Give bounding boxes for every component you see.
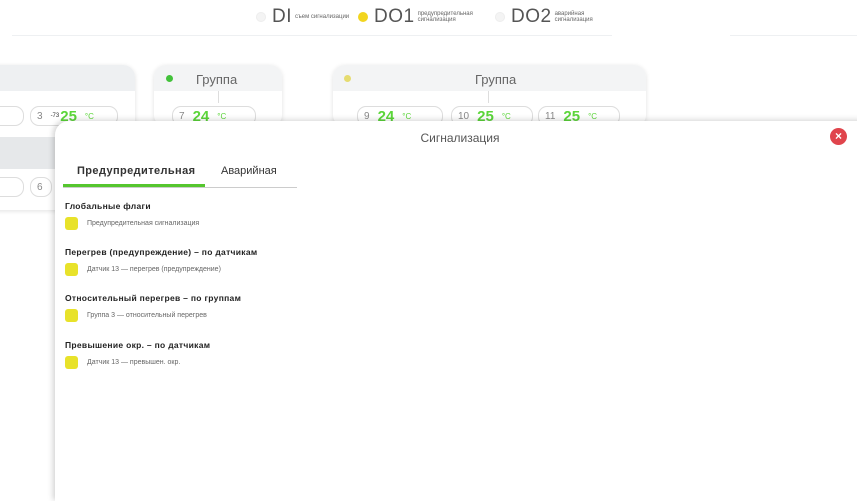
alarm-section: Глобальные флаги Предупредительная сигна… bbox=[65, 201, 199, 230]
status-description: предупредительная сигнализация bbox=[417, 10, 473, 24]
flag-indicator bbox=[65, 217, 78, 230]
sensor-chip[interactable] bbox=[0, 177, 24, 197]
status-indicator-off bbox=[495, 12, 505, 22]
temperature-unit: °C bbox=[402, 111, 412, 121]
status-bar: DI съем сигнализации DO1 предупредительн… bbox=[0, 0, 857, 34]
group-card-header bbox=[0, 65, 135, 91]
section-title: Глобальные флаги bbox=[65, 201, 151, 211]
flag-label: Датчик 13 — превышен. окр. bbox=[87, 359, 181, 366]
flag-label: Предупредительная сигнализация bbox=[87, 220, 200, 227]
group-title: Группа bbox=[475, 72, 517, 87]
group-title: Группа bbox=[196, 72, 238, 87]
status-di: DI съем сигнализации bbox=[256, 6, 355, 27]
section-title: Перегрев (предупреждение) – по датчикам bbox=[65, 247, 258, 257]
divider bbox=[12, 35, 612, 36]
status-code: DO1 bbox=[374, 6, 415, 27]
section-title: Превышение окр. – по датчикам bbox=[65, 340, 211, 350]
divider bbox=[218, 91, 219, 103]
status-indicator-on bbox=[358, 12, 368, 22]
sensor-number: 6 bbox=[37, 181, 43, 193]
status-indicator-off bbox=[256, 12, 266, 22]
alarm-flag: Предупредительная сигнализация bbox=[65, 217, 199, 230]
sensor-number: 7 bbox=[179, 110, 185, 122]
modal-title: Сигнализация bbox=[420, 131, 500, 145]
status-do1: DO1 предупредительная сигнализация bbox=[358, 6, 490, 27]
sensor-offset: -73 bbox=[50, 113, 60, 119]
group-card[interactable]: Группа 9 24 °C 10 25 °C 11 25 °C bbox=[333, 65, 646, 127]
sensor-number: 10 bbox=[458, 110, 470, 122]
flag-indicator bbox=[65, 263, 78, 276]
divider bbox=[730, 35, 857, 36]
temperature-unit: °C bbox=[501, 111, 511, 121]
close-icon[interactable]: × bbox=[830, 128, 847, 145]
status-led-icon bbox=[166, 75, 173, 82]
divider bbox=[488, 91, 489, 103]
flag-indicator bbox=[65, 309, 78, 322]
section-title: Относительный перегрев – по группам bbox=[65, 293, 242, 303]
sensor-chip[interactable]: 6 bbox=[30, 177, 52, 197]
status-description: аварийная сигнализация bbox=[554, 10, 593, 24]
status-code: DO2 bbox=[511, 6, 552, 27]
alarm-flag: Группа 3 — относительный перегрев bbox=[65, 309, 241, 322]
temperature-unit: °C bbox=[84, 111, 94, 121]
alarm-section: Перегрев (предупреждение) – по датчикам … bbox=[65, 247, 257, 276]
status-do2: DO2 аварийная сигнализация bbox=[495, 6, 615, 27]
tab-alarm[interactable]: Аварийная bbox=[221, 165, 277, 177]
sensor-chip[interactable] bbox=[0, 106, 24, 126]
tab-bar: Предупредительная Аварийная bbox=[63, 159, 297, 188]
sensor-number: 3 bbox=[37, 110, 43, 122]
status-led-icon bbox=[344, 75, 351, 82]
alarm-section: Превышение окр. – по датчикам Датчик 13 … bbox=[65, 340, 210, 369]
temperature-unit: °C bbox=[588, 111, 598, 121]
flag-label: Датчик 13 — перегрев (предупреждение) bbox=[87, 266, 221, 273]
temperature-unit: °C bbox=[217, 111, 227, 121]
group-card[interactable]: Группа 7 24 °C bbox=[154, 65, 282, 127]
sensor-number: 11 bbox=[545, 110, 556, 122]
active-tab-indicator bbox=[63, 184, 205, 187]
flag-indicator bbox=[65, 356, 78, 369]
alarm-section: Относительный перегрев – по группам Груп… bbox=[65, 293, 241, 322]
alarm-modal: Сигнализация × Предупредительная Аварийн… bbox=[55, 121, 857, 501]
tab-warning[interactable]: Предупредительная bbox=[77, 165, 195, 177]
status-code: DI bbox=[272, 6, 292, 27]
sensor-number: 9 bbox=[364, 110, 370, 122]
alarm-flag: Датчик 13 — превышен. окр. bbox=[65, 356, 210, 369]
flag-label: Группа 3 — относительный перегрев bbox=[87, 312, 207, 319]
status-description: съем сигнализации bbox=[295, 13, 350, 20]
alarm-flag: Датчик 13 — перегрев (предупреждение) bbox=[65, 263, 257, 276]
